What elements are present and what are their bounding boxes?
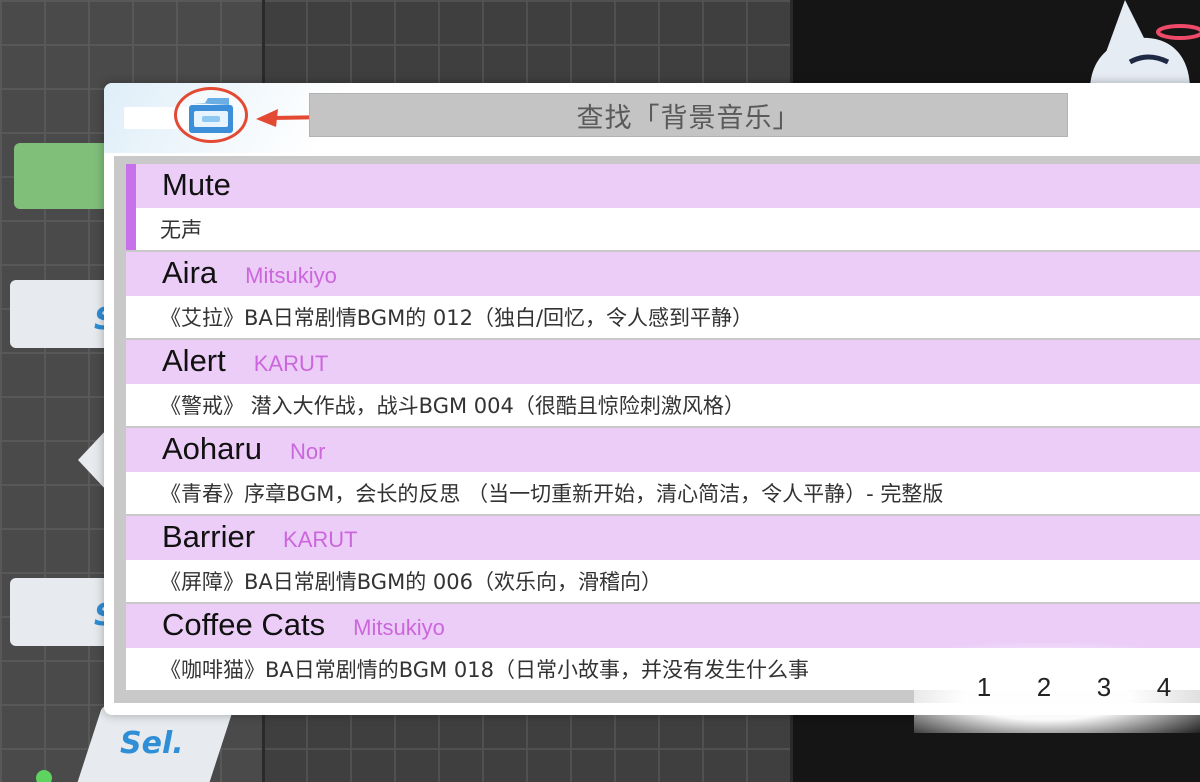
song-name: Mute (162, 167, 231, 202)
bgm-list: Mute 无声 Aira Mitsukiyo 《艾拉》BA日常剧情BGM的 012（独白… (114, 156, 1200, 703)
song-artist: KARUT (283, 527, 358, 552)
page-3[interactable]: 3 (1074, 672, 1134, 703)
bgm-search-dialog: 查找「背景音乐」 Mute 无声 Aira Mitsukiyo 《艾拉》BA日常剧情BG… (104, 83, 1200, 733)
song-artist: Mitsukiyo (245, 263, 337, 288)
song-title-row: Barrier KARUT (126, 516, 1200, 560)
song-description: 《屏障》BA日常剧情BGM的 006（欢乐向，滑稽向） (126, 560, 1200, 602)
song-name: Barrier (162, 519, 256, 554)
sel-label: Sel. (120, 726, 184, 761)
song-item[interactable]: Barrier KARUT 《屏障》BA日常剧情BGM的 006（欢乐向，滑稽向） (126, 516, 1200, 602)
song-artist: KARUT (253, 351, 329, 376)
folder-icon (189, 98, 233, 133)
song-item[interactable]: Aoharu Nor 《青春》序章BGM，会长的反思 （当一切重新开始，清心简洁，令… (126, 428, 1200, 514)
song-item[interactable]: Alert KARUT 《警戒》 潜入大作战，战斗BGM 004（很酷且惊险刺激风格… (126, 340, 1200, 426)
dialog-header: 查找「背景音乐」 (104, 83, 1200, 153)
page-1[interactable]: 1 (954, 672, 1014, 703)
song-description: 无声 (126, 208, 1200, 250)
song-title-row: Aira Mitsukiyo (126, 252, 1200, 296)
song-item[interactable]: Aira Mitsukiyo 《艾拉》BA日常剧情BGM的 012（独白/回忆，令人… (126, 252, 1200, 338)
page-2[interactable]: 2 (1014, 672, 1074, 703)
song-description: 《艾拉》BA日常剧情BGM的 012（独白/回忆，令人感到平静） (126, 296, 1200, 338)
song-description: 《青春》序章BGM，会长的反思 （当一切重新开始，清心简洁，令人平静）- 完整版 (126, 472, 1200, 514)
song-artist: Nor (289, 439, 326, 464)
song-title-row: Mute (126, 164, 1200, 208)
song-title-row: Aoharu Nor (126, 428, 1200, 472)
selected-indicator (126, 164, 136, 250)
page-4[interactable]: 4 (1134, 672, 1194, 703)
background-dot (36, 770, 52, 782)
song-title-row: Alert KARUT (126, 340, 1200, 384)
pagination: 1 2 3 4 (914, 643, 1200, 733)
song-artist: Mitsukiyo (353, 615, 445, 640)
search-input[interactable]: 查找「背景音乐」 (309, 93, 1068, 137)
song-name: Aoharu (162, 431, 262, 466)
song-name: Alert (162, 343, 226, 378)
character-icon (1090, 0, 1200, 90)
folder-button[interactable] (174, 87, 248, 143)
song-item[interactable]: Mute 无声 (126, 164, 1200, 250)
song-name: Coffee Cats (162, 607, 326, 642)
song-description: 《警戒》 潜入大作战，战斗BGM 004（很酷且惊险刺激风格） (126, 384, 1200, 426)
song-title-row: Coffee Cats Mitsukiyo (126, 604, 1200, 648)
song-name: Aira (162, 255, 218, 290)
